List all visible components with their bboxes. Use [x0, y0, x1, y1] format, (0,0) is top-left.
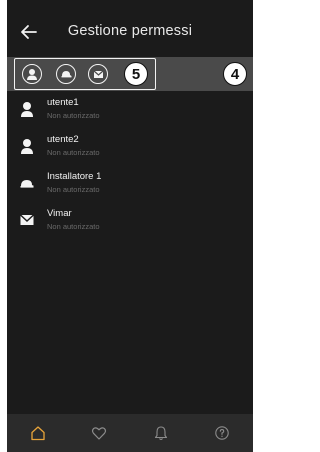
user-status: Non autorizzato	[47, 148, 100, 157]
header-bar: Gestione permessi	[7, 14, 253, 50]
page-title: Gestione permessi	[67, 23, 193, 39]
list-item[interactable]: Installatore 1 Non autorizzato	[7, 167, 253, 199]
user-name: utente2	[47, 134, 79, 145]
app-screen: Gestione permessi 5 4 utente1 Non autori…	[7, 0, 253, 452]
list-item[interactable]: Vimar Non autorizzato	[7, 204, 253, 236]
user-icon	[27, 69, 37, 80]
list-item[interactable]: utente2 Non autorizzato	[7, 130, 253, 162]
heart-icon	[92, 427, 107, 440]
user-icon	[21, 139, 33, 154]
annotation-badge: 5	[124, 62, 148, 86]
user-name: Vimar	[47, 208, 72, 219]
installer-cap-icon	[20, 180, 34, 188]
user-status: Non autorizzato	[47, 185, 100, 194]
vimar-envelope-icon	[93, 70, 103, 78]
filter-installer-button[interactable]	[56, 64, 76, 84]
tab-notifications[interactable]	[149, 421, 173, 445]
tab-home[interactable]	[26, 421, 50, 445]
user-list: utente1 Non autorizzato utente2 Non auto…	[7, 93, 253, 241]
tab-help[interactable]	[210, 421, 234, 445]
list-item[interactable]: utente1 Non autorizzato	[7, 93, 253, 125]
annotation-badge: 4	[223, 62, 247, 86]
help-icon	[215, 426, 229, 440]
filter-user-button[interactable]	[22, 64, 42, 84]
tab-favorites[interactable]	[87, 421, 111, 445]
bottom-tab-bar	[7, 414, 253, 452]
user-status: Non autorizzato	[47, 111, 100, 120]
vimar-envelope-icon	[20, 214, 34, 225]
home-icon	[31, 426, 45, 441]
filter-vimar-button[interactable]	[88, 64, 108, 84]
filter-group: 5	[14, 58, 156, 90]
user-icon	[21, 102, 33, 117]
user-name: utente1	[47, 97, 79, 108]
bell-icon	[154, 426, 167, 441]
installer-cap-icon	[61, 71, 72, 78]
user-status: Non autorizzato	[47, 222, 100, 231]
filter-bar: 5 4	[7, 57, 253, 91]
user-name: Installatore 1	[47, 171, 102, 182]
